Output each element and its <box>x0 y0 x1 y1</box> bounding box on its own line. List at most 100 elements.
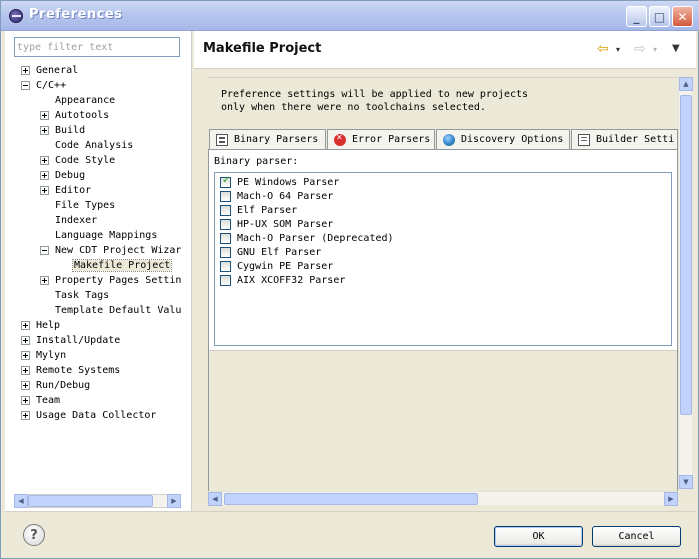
binary-parsers-panel: Binary parser: PE Windows Parser Mach-O 6… <box>208 149 678 505</box>
expand-icon[interactable] <box>40 111 49 120</box>
parser-list-item[interactable]: Cygwin PE Parser <box>220 259 333 273</box>
scroll-up-icon[interactable]: ▲ <box>679 77 693 91</box>
parser-checkbox[interactable] <box>220 260 231 272</box>
parser-checkbox[interactable] <box>220 190 231 202</box>
eclipse-icon <box>9 9 23 23</box>
maximize-button[interactable]: □ <box>649 6 670 27</box>
tab-builder-settings[interactable]: Builder Setti <box>571 129 678 149</box>
view-menu-icon[interactable]: ▼ <box>672 43 680 54</box>
tree-item-label: Template Default Valu <box>55 305 182 316</box>
tree-item[interactable]: Code Analysis <box>40 138 134 153</box>
expand-icon[interactable] <box>21 381 30 390</box>
expand-icon[interactable] <box>40 156 49 165</box>
parser-checkbox[interactable] <box>220 218 231 230</box>
forward-arrow-icon[interactable]: ⇨ <box>634 41 646 57</box>
tree-scroll-thumb[interactable] <box>28 495 153 507</box>
expand-icon[interactable] <box>21 351 30 360</box>
parser-checkbox[interactable] <box>220 204 231 216</box>
tree-item-label: New CDT Project Wizar <box>55 245 182 256</box>
scroll-left-icon[interactable]: ◀ <box>208 492 222 506</box>
tree-item-label: File Types <box>55 200 116 211</box>
scroll-right-icon[interactable]: ▶ <box>664 492 678 506</box>
scroll-left-icon[interactable]: ◀ <box>14 494 28 508</box>
tree-horizontal-scrollbar[interactable]: ◀ ▶ <box>14 494 181 508</box>
expand-icon[interactable] <box>21 411 30 420</box>
close-button[interactable]: ✕ <box>672 6 693 27</box>
forward-dropdown-icon[interactable]: ▾ <box>653 45 657 54</box>
tab-error-parsers[interactable]: Error Parsers <box>327 129 435 149</box>
tree-item[interactable]: General <box>21 63 79 78</box>
expand-icon[interactable] <box>40 171 49 180</box>
tree-item[interactable]: Code Style <box>40 153 116 168</box>
parser-list-item[interactable]: Mach-O 64 Parser <box>220 189 333 203</box>
tree-item[interactable]: Remote Systems <box>21 363 121 378</box>
builder-settings-icon <box>578 133 590 146</box>
tree-item[interactable]: Appearance <box>40 93 116 108</box>
collapse-icon[interactable] <box>40 246 49 255</box>
tree-item[interactable]: Autotools <box>40 108 110 123</box>
tree-item[interactable]: Property Pages Settin <box>40 273 182 288</box>
parser-checkbox[interactable] <box>220 246 231 258</box>
page-horizontal-scrollbar[interactable]: ◀ ▶ <box>208 491 678 506</box>
scroll-down-icon[interactable]: ▼ <box>679 475 693 489</box>
parser-list-item[interactable]: Elf Parser <box>220 203 297 217</box>
back-dropdown-icon[interactable]: ▾ <box>616 45 620 54</box>
tree-item[interactable]: Indexer <box>40 213 98 228</box>
expand-icon[interactable] <box>40 126 49 135</box>
collapse-icon[interactable] <box>21 81 30 90</box>
tree-item[interactable]: File Types <box>40 198 116 213</box>
tree-item-label: Task Tags <box>55 290 110 301</box>
parser-checkbox[interactable] <box>220 175 231 188</box>
tree-item[interactable]: Debug <box>40 168 86 183</box>
tree-item[interactable]: Build <box>40 123 86 138</box>
expand-icon[interactable] <box>21 321 30 330</box>
tree-item[interactable]: Template Default Valu <box>40 303 182 318</box>
tree-item-label: Team <box>36 395 61 406</box>
tab-binary-parsers[interactable]: Binary Parsers <box>209 129 326 149</box>
cancel-button[interactable]: Cancel <box>592 526 681 547</box>
page-header: Makefile Project ⇦ ▾ ⇨ ▾ ▼ <box>194 31 696 69</box>
tree-item[interactable]: Usage Data Collector <box>21 408 157 423</box>
tree-item[interactable]: Team <box>21 393 61 408</box>
parser-list-item[interactable]: PE Windows Parser <box>220 175 339 189</box>
tree-item[interactable]: Editor <box>40 183 92 198</box>
parser-checkbox[interactable] <box>220 274 231 286</box>
tree-item-label: Mylyn <box>36 350 67 361</box>
tree-item[interactable]: Help <box>21 318 61 333</box>
back-arrow-icon[interactable]: ⇦ <box>597 41 609 57</box>
parser-list-item[interactable]: Mach-O Parser (Deprecated) <box>220 231 394 245</box>
title-bar[interactable]: Preferences _ □ ✕ <box>1 1 699 31</box>
parser-list-item[interactable]: AIX XCOFF32 Parser <box>220 273 345 287</box>
parser-checkbox[interactable] <box>220 232 231 244</box>
filter-input[interactable] <box>14 37 180 57</box>
tree-item[interactable]: C/C++ <box>21 78 67 93</box>
tab-discovery-options[interactable]: Discovery Options <box>436 129 570 149</box>
expand-icon[interactable] <box>21 366 30 375</box>
tree-item[interactable]: Task Tags <box>40 288 110 303</box>
tree-item[interactable]: Mylyn <box>21 348 67 363</box>
expand-icon[interactable] <box>40 186 49 195</box>
parser-list-item[interactable]: GNU Elf Parser <box>220 245 321 259</box>
tree-item-label: Remote Systems <box>36 365 121 376</box>
expand-icon[interactable] <box>21 396 30 405</box>
tree-item[interactable]: Run/Debug <box>21 378 91 393</box>
tree-item[interactable]: Install/Update <box>21 333 121 348</box>
parser-list-item[interactable]: HP-UX SOM Parser <box>220 217 333 231</box>
help-icon[interactable]: ? <box>23 524 45 546</box>
scroll-right-icon[interactable]: ▶ <box>167 494 181 508</box>
horizontal-scroll-thumb[interactable] <box>224 493 478 505</box>
page-vertical-scrollbar[interactable]: ▲ ▼ <box>678 77 693 489</box>
expand-icon[interactable] <box>40 276 49 285</box>
binary-parser-icon <box>216 133 228 146</box>
ok-button[interactable]: OK <box>494 526 583 547</box>
tree-item-label: Language Mappings <box>55 230 158 241</box>
expand-icon[interactable] <box>21 66 30 75</box>
discovery-icon <box>443 133 455 146</box>
tree-item[interactable]: Language Mappings <box>40 228 158 243</box>
tree-item[interactable]: Makefile Project <box>59 258 173 273</box>
tree-item-label: Help <box>36 320 61 331</box>
minimize-button[interactable]: _ <box>626 6 647 27</box>
vertical-scroll-thumb[interactable] <box>680 95 692 415</box>
expand-icon[interactable] <box>21 336 30 345</box>
tree-item[interactable]: New CDT Project Wizar <box>40 243 182 258</box>
